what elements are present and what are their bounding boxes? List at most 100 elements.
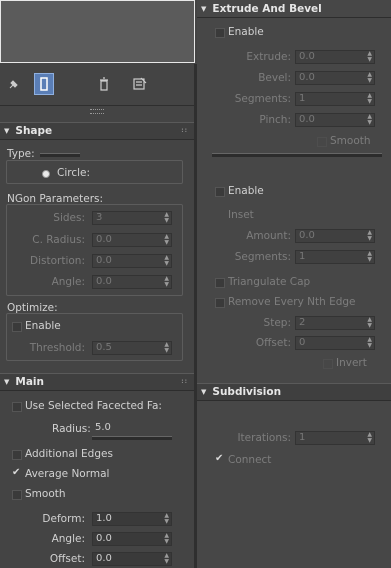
- cradius-value: 0.0: [96, 234, 112, 245]
- remove-nth-checkbox[interactable]: [215, 298, 225, 308]
- sides-spinner[interactable]: 3 ▲ ▼: [92, 211, 172, 225]
- extrude-enable-checkbox[interactable]: [215, 28, 225, 38]
- main-offset-label: Offset:: [49, 553, 85, 565]
- extrude-spinner[interactable]: 0.0 ▲ ▼: [295, 50, 375, 64]
- collapse-arrow-icon: ▼: [201, 388, 207, 396]
- iterations-value: 1: [299, 432, 306, 443]
- extrude-smooth-checkbox[interactable]: [317, 137, 327, 147]
- extrude-smooth-label: Smooth: [330, 135, 371, 147]
- deform-value: 1.0: [96, 513, 112, 524]
- radius-spinner[interactable]: 5.0: [92, 422, 172, 436]
- pinch-label: Pinch:: [259, 114, 291, 126]
- type-label: Type:: [7, 148, 35, 160]
- spinner-arrows-icon[interactable]: ▲ ▼: [164, 234, 169, 246]
- remove-modifier-icon[interactable]: [94, 73, 114, 95]
- pin-icon[interactable]: [4, 73, 24, 95]
- rollout-grip-icon[interactable]: ::: [181, 378, 188, 385]
- spinner-arrows-icon[interactable]: ▲ ▼: [164, 342, 169, 354]
- main-angle-spinner[interactable]: 0.0 ▲ ▼: [92, 532, 172, 546]
- spinner-arrows-icon[interactable]: ▲ ▼: [164, 513, 169, 525]
- additional-edges-label: Additional Edges: [25, 448, 113, 460]
- shape-rollout-title: Shape: [15, 125, 53, 137]
- circle-radio[interactable]: [42, 170, 50, 178]
- spinner-arrows-icon[interactable]: ▲ ▼: [367, 230, 372, 242]
- invert-checkbox[interactable]: [323, 359, 333, 369]
- average-normal-label: Average Normal: [25, 468, 110, 480]
- spinner-arrows-icon[interactable]: ▲ ▼: [367, 51, 372, 63]
- subdivision-rollout-title: Subdivision: [212, 386, 282, 398]
- shape-rollout-header[interactable]: ▼ Shape ::: [0, 122, 194, 140]
- show-end-result-icon[interactable]: [34, 73, 54, 95]
- second-enable-checkbox[interactable]: [215, 187, 225, 197]
- use-selected-checkbox[interactable]: [12, 402, 22, 412]
- main-rollout-header[interactable]: ▼ Main ::: [0, 373, 194, 391]
- pinch-spinner[interactable]: 0.0 ▲ ▼: [295, 113, 375, 127]
- sides-value: 3: [96, 212, 103, 223]
- connect-checkbox[interactable]: [215, 453, 225, 466]
- spinner-arrows-icon[interactable]: ▲ ▼: [367, 72, 372, 84]
- spinner-arrows-icon[interactable]: ▲ ▼: [164, 255, 169, 267]
- connect-label: Connect: [228, 454, 272, 466]
- cradius-spinner[interactable]: 0.0 ▲ ▼: [92, 233, 172, 247]
- spinner-arrows-icon[interactable]: ▲ ▼: [164, 553, 169, 565]
- extrude-rollout-header[interactable]: ▼ Extrude And Bevel: [197, 0, 391, 18]
- sides-label: Sides:: [53, 212, 85, 224]
- ngon-angle-value: 0.0: [96, 276, 112, 287]
- spinner-arrows-icon[interactable]: ▲ ▼: [367, 337, 372, 349]
- collapse-arrow-icon: ▼: [201, 4, 207, 13]
- spinner-arrows-icon[interactable]: ▲ ▼: [367, 432, 372, 444]
- amount-value: 0.0: [299, 230, 315, 241]
- segments2-spinner[interactable]: 1 ▲ ▼: [295, 250, 375, 264]
- spinner-arrows-icon[interactable]: ▲ ▼: [367, 114, 372, 126]
- ngon-angle-spinner[interactable]: 0.0 ▲ ▼: [92, 275, 172, 289]
- second-enable-label: Enable: [228, 185, 264, 197]
- inset-label: Inset: [228, 209, 254, 221]
- use-selected-label: Use Selected Facected Fa:: [25, 400, 162, 412]
- type-group: [6, 160, 183, 184]
- iterations-spinner[interactable]: 1 ▲ ▼: [295, 431, 375, 445]
- smooth-label: Smooth: [25, 488, 66, 500]
- subdivision-rollout-header[interactable]: ▼ Subdivision: [197, 383, 391, 401]
- nth-offset-spinner[interactable]: 0 ▲ ▼: [295, 336, 375, 350]
- configure-modifier-sets-icon[interactable]: [130, 73, 150, 95]
- collapse-arrow-icon: ▼: [4, 127, 10, 135]
- main-offset-value: 0.0: [96, 553, 112, 564]
- segments-spinner[interactable]: 1 ▲ ▼: [295, 92, 375, 106]
- deform-spinner[interactable]: 1.0 ▲ ▼: [92, 512, 172, 526]
- distortion-spinner[interactable]: 0.0 ▲ ▼: [92, 254, 172, 268]
- smooth-checkbox[interactable]: [12, 490, 22, 500]
- bevel-spinner[interactable]: 0.0 ▲ ▼: [295, 71, 375, 85]
- nth-offset-value: 0: [299, 337, 306, 348]
- radius-slider[interactable]: [92, 436, 172, 440]
- segments2-value: 1: [299, 251, 306, 262]
- average-normal-checkbox[interactable]: [12, 467, 22, 480]
- step-spinner[interactable]: 2 ▲ ▼: [295, 316, 375, 330]
- spinner-arrows-icon[interactable]: ▲ ▼: [164, 212, 169, 224]
- circle-label: Circle:: [57, 167, 91, 179]
- bevel-value: 0.0: [299, 72, 315, 83]
- additional-edges-checkbox[interactable]: [12, 450, 22, 460]
- toolbar-grip[interactable]: [90, 109, 104, 114]
- spinner-arrows-icon[interactable]: ▲ ▼: [164, 533, 169, 545]
- amount-spinner[interactable]: 0.0 ▲ ▼: [295, 229, 375, 243]
- modifier-stack-toolbar: [0, 65, 194, 114]
- threshold-label: Threshold:: [29, 342, 85, 354]
- spinner-arrows-icon[interactable]: ▲ ▼: [367, 251, 372, 263]
- rollout-grip-icon[interactable]: ::: [181, 127, 188, 134]
- spinner-arrows-icon[interactable]: ▲ ▼: [367, 317, 372, 329]
- triangulate-checkbox[interactable]: [215, 278, 225, 288]
- spinner-arrows-icon[interactable]: ▲ ▼: [367, 93, 372, 105]
- distortion-label: Distortion:: [30, 255, 85, 267]
- spinner-arrows-icon[interactable]: ▲ ▼: [164, 276, 169, 288]
- invert-label: Invert: [336, 357, 367, 369]
- triangulate-label: Triangulate Cap: [228, 276, 311, 288]
- radius-value: 5.0: [95, 422, 111, 433]
- segments2-label: Segments:: [234, 251, 291, 263]
- optimize-enable-label: Enable: [25, 320, 61, 332]
- threshold-spinner[interactable]: 0.5 ▲ ▼: [92, 341, 172, 355]
- step-label: Step:: [263, 317, 291, 329]
- extrude-value: 0.0: [299, 51, 315, 62]
- main-offset-spinner[interactable]: 0.0 ▲ ▼: [92, 552, 172, 566]
- extrude-rollout-title: Extrude And Bevel: [212, 2, 322, 15]
- optimize-enable-checkbox[interactable]: [12, 322, 22, 332]
